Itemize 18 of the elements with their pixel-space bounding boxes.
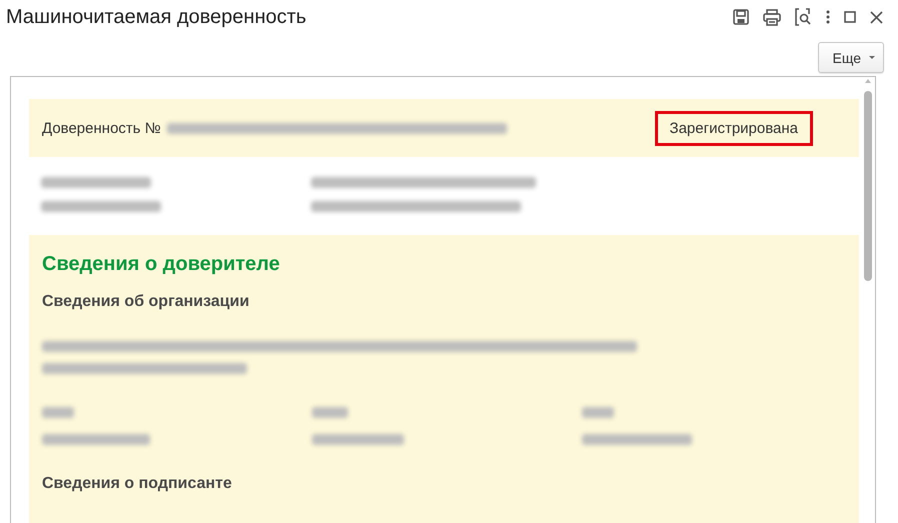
subsection-heading: Сведения об организации: [42, 293, 250, 311]
status-label: Зарегистрирована: [654, 110, 813, 146]
subsection-heading: Сведения о подписанте: [42, 475, 233, 493]
save-icon[interactable]: [733, 9, 749, 25]
window-title: Машиночитаемая доверенность: [6, 6, 308, 28]
document-number-label: Доверенность №: [42, 120, 161, 136]
redacted-text: [42, 407, 74, 418]
more-button[interactable]: Еще: [818, 42, 884, 73]
maximize-icon[interactable]: [844, 11, 856, 23]
section-heading: Сведения о доверителе: [42, 253, 281, 276]
scrollbar-thumb[interactable]: [864, 91, 872, 281]
print-icon[interactable]: [763, 8, 781, 26]
print-preview-icon[interactable]: [795, 8, 812, 26]
caret-icon: [869, 56, 875, 59]
redacted-text: [312, 407, 348, 418]
redacted-text: [582, 407, 614, 418]
close-icon[interactable]: [870, 10, 883, 24]
more-icon[interactable]: [826, 10, 830, 24]
